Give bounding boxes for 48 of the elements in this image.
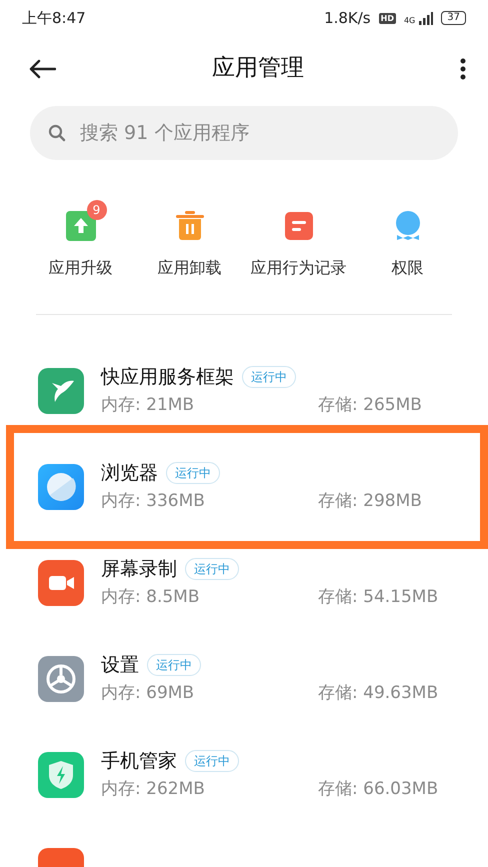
app-icon bbox=[38, 656, 84, 702]
count-badge: 9 bbox=[86, 200, 106, 220]
app-name: 设置 bbox=[101, 653, 139, 677]
action-label: 应用升级 bbox=[48, 257, 112, 279]
memory-usage: 内存: 8.5MB bbox=[101, 586, 200, 609]
trash-icon bbox=[174, 210, 206, 242]
status-tag: 运行中 bbox=[166, 462, 220, 484]
action-button[interactable]: 应用行为记录 bbox=[246, 200, 351, 280]
action-button[interactable]: 9 应用升级 bbox=[28, 200, 133, 280]
app-icon bbox=[38, 368, 84, 414]
app-name: 快应用服务框架 bbox=[101, 365, 234, 389]
status-time: 上午8:47 bbox=[22, 8, 86, 29]
network-type: 4G bbox=[404, 16, 416, 24]
app-name: 手机管家 bbox=[101, 749, 177, 773]
app-name: 浏览器 bbox=[101, 461, 158, 485]
status-tag: 运行中 bbox=[147, 654, 201, 676]
storage-usage: 存储: 49.63MB bbox=[318, 682, 438, 705]
action-button[interactable]: 权限 bbox=[355, 200, 460, 280]
action-label: 应用行为记录 bbox=[250, 257, 346, 279]
signal-icon bbox=[419, 12, 434, 24]
memory-usage: 内存: 21MB bbox=[101, 394, 196, 417]
hd-indicator: HD bbox=[378, 12, 396, 24]
action-label: 应用卸载 bbox=[158, 257, 222, 279]
storage-usage: 存储: 265MB bbox=[318, 394, 422, 417]
memory-usage: 内存: 262MB bbox=[101, 778, 206, 801]
storage-usage: 存储: 298MB bbox=[318, 490, 422, 513]
network-speed: 1.8K/s bbox=[324, 8, 371, 29]
storage-usage: 存储: 66.03MB bbox=[318, 778, 438, 801]
search-field[interactable]: 搜索 91 个应用程序 bbox=[30, 106, 458, 160]
app-list-item[interactable]: 手机管家 运行中 内存: 262MB 存储: 66.03MB bbox=[0, 727, 488, 823]
storage-usage: 存储: 54.15MB bbox=[318, 586, 438, 609]
app-icon bbox=[38, 464, 84, 510]
action-button[interactable]: 应用卸载 bbox=[137, 200, 242, 280]
search-icon bbox=[48, 124, 66, 142]
status-tag: 运行中 bbox=[185, 558, 239, 580]
more-menu-button[interactable] bbox=[460, 56, 466, 80]
app-icon bbox=[38, 752, 84, 798]
page-title: 应用管理 bbox=[211, 54, 305, 83]
status-tag: 运行中 bbox=[242, 366, 296, 388]
memory-usage: 内存: 69MB bbox=[101, 682, 196, 705]
action-label: 权限 bbox=[392, 257, 424, 279]
document-icon bbox=[282, 210, 314, 242]
app-icon bbox=[38, 560, 84, 606]
app-name: 屏幕录制 bbox=[101, 557, 177, 581]
battery-indicator: 37 bbox=[441, 11, 466, 25]
status-tag: 运行中 bbox=[185, 750, 239, 772]
app-list-item[interactable]: 设置 运行中 内存: 69MB 存储: 49.63MB bbox=[0, 631, 488, 727]
memory-usage: 内存: 336MB bbox=[101, 490, 206, 513]
